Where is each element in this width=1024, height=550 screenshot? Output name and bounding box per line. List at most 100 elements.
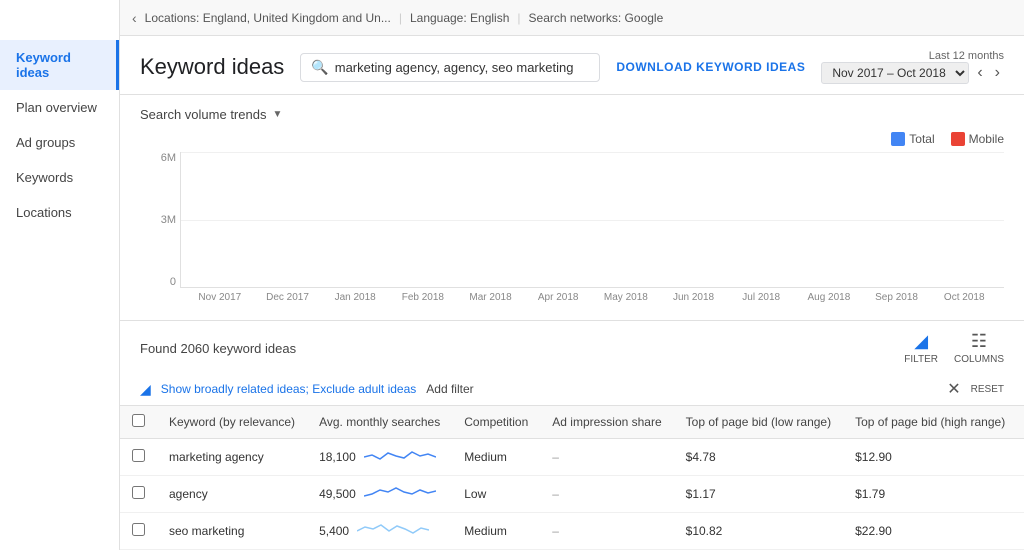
table-row: seo marketing5,400Medium–$10.82$22.90	[120, 513, 1024, 550]
search-box[interactable]: 🔍	[300, 53, 600, 82]
row-checkbox[interactable]	[132, 523, 145, 536]
y-axis: 6M 3M 0	[142, 152, 176, 288]
cell-keyword: marketing agency	[157, 439, 307, 476]
cell-top-low: $4.78	[674, 439, 843, 476]
sidebar-item-keyword-ideas[interactable]: Keyword ideas	[0, 40, 119, 90]
x-label: May 2018	[592, 292, 660, 303]
date-range-section: Last 12 months Nov 2017 – Oct 2018 ‹ ›	[821, 50, 1004, 84]
filter-icon: ◢	[914, 331, 928, 352]
cell-competition: Medium	[452, 439, 540, 476]
legend-total-label: Total	[909, 132, 934, 146]
x-label: Apr 2018	[524, 292, 592, 303]
row-checkbox[interactable]	[132, 486, 145, 499]
x-label: Aug 2018	[795, 292, 863, 303]
trend-sparkline	[364, 447, 436, 467]
cell-competition: Low	[452, 476, 540, 513]
col-top-low: Top of page bid (low range)	[674, 406, 843, 439]
columns-button[interactable]: ☷ COLUMNS	[954, 331, 1004, 365]
y-label-0: 0	[142, 276, 176, 288]
nav-next-arrow[interactable]: ›	[991, 62, 1004, 84]
gridline-top	[181, 152, 1004, 153]
download-button[interactable]: DOWNLOAD KEYWORD IDEAS	[616, 60, 805, 74]
legend-total: Total	[891, 132, 934, 146]
cell-avg-monthly: 18,100	[307, 439, 452, 475]
x-label: Sep 2018	[863, 292, 931, 303]
legend-mobile-dot	[951, 132, 965, 146]
x-label: Jan 2018	[321, 292, 389, 303]
row-checkbox[interactable]	[132, 449, 145, 462]
columns-icon: ☷	[971, 331, 987, 352]
chart-section: Search volume trends ▼ Total Mobile 6M 3…	[120, 95, 1024, 321]
filter-link[interactable]: Show broadly related ideas; Exclude adul…	[161, 382, 417, 396]
x-label: Nov 2017	[186, 292, 254, 303]
cell-avg-monthly: 49,500	[307, 476, 452, 512]
col-competition: Competition	[452, 406, 540, 439]
table-body: marketing agency18,100Medium–$4.78$12.90…	[120, 439, 1024, 550]
x-label: Dec 2017	[254, 292, 322, 303]
header-row: Keyword ideas 🔍 DOWNLOAD KEYWORD IDEAS L…	[120, 36, 1024, 95]
col-ad-impression: Ad impression share	[540, 406, 673, 439]
legend-mobile: Mobile	[951, 132, 1004, 146]
cell-top-high: $1.79	[843, 476, 1017, 513]
chart-title: Search volume trends	[140, 107, 266, 122]
topbar-networks: Search networks: Google	[529, 11, 664, 25]
cell-keyword: seo marketing	[157, 513, 307, 550]
sidebar-item-plan-overview[interactable]: Plan overview	[0, 90, 119, 125]
sidebar-item-locations[interactable]: Locations	[0, 195, 119, 230]
gridline-mid	[181, 220, 1004, 221]
reset-label: RESET	[971, 384, 1004, 395]
row-checkbox-cell	[120, 439, 157, 476]
x-label: Jun 2018	[660, 292, 728, 303]
main-content: Keyword ideas 🔍 DOWNLOAD KEYWORD IDEAS L…	[120, 36, 1024, 550]
col-keyword: Keyword (by relevance)	[157, 406, 307, 439]
cell-account-status	[1017, 513, 1024, 550]
chart-header: Search volume trends ▼	[140, 107, 1004, 122]
nav-prev-arrow[interactable]: ‹	[973, 62, 986, 84]
search-icon: 🔍	[311, 59, 328, 76]
cell-ad-impression: –	[540, 476, 673, 513]
sidebar-item-ad-groups[interactable]: Ad groups	[0, 125, 119, 160]
chart-container: 6M 3M 0 Nov 2017Dec 2017Jan 2018Feb 2018…	[180, 152, 1004, 312]
filter-add-button[interactable]: Add filter	[426, 382, 473, 396]
legend-mobile-label: Mobile	[969, 132, 1004, 146]
chart-dropdown-icon[interactable]: ▼	[272, 109, 282, 120]
date-range-label: Last 12 months	[929, 50, 1004, 62]
y-label-6m: 6M	[142, 152, 176, 164]
filter-close-button[interactable]: ✕	[947, 379, 960, 399]
table-header-row: Keyword (by relevance) Avg. monthly sear…	[120, 406, 1024, 439]
cell-account-status: In Account	[1017, 476, 1024, 513]
found-label: Found 2060 keyword ideas	[140, 341, 296, 356]
table-row: marketing agency18,100Medium–$4.78$12.90	[120, 439, 1024, 476]
table-row: agency49,500Low–$1.17$1.79In Account	[120, 476, 1024, 513]
trend-sparkline	[357, 521, 429, 541]
cell-top-low: $10.82	[674, 513, 843, 550]
select-all-checkbox[interactable]	[132, 414, 145, 427]
cell-top-high: $12.90	[843, 439, 1017, 476]
topbar-locations: Locations: England, United Kingdom and U…	[145, 11, 391, 25]
row-checkbox-cell	[120, 513, 157, 550]
x-label: Mar 2018	[457, 292, 525, 303]
chart-legend: Total Mobile	[140, 132, 1004, 146]
cell-top-low: $1.17	[674, 476, 843, 513]
topbar-back-chevron[interactable]: ‹	[132, 10, 137, 26]
keywords-table: Keyword (by relevance) Avg. monthly sear…	[120, 406, 1024, 550]
col-top-high: Top of page bid (high range)	[843, 406, 1017, 439]
date-range-select[interactable]: Nov 2017 – Oct 2018	[821, 62, 969, 84]
topbar: ‹ Locations: England, United Kingdom and…	[120, 0, 1024, 36]
topbar-language: Language: English	[410, 11, 509, 25]
search-input[interactable]	[335, 60, 590, 75]
header-select-all[interactable]	[120, 406, 157, 439]
filter-funnel-icon: ◢	[140, 381, 151, 398]
cell-keyword: agency	[157, 476, 307, 513]
found-row: Found 2060 keyword ideas ◢ FILTER ☷ COLU…	[120, 321, 1024, 373]
sidebar-item-keywords[interactable]: Keywords	[0, 160, 119, 195]
y-label-3m: 3M	[142, 214, 176, 226]
col-avg-monthly: Avg. monthly searches	[307, 406, 452, 439]
x-axis: Nov 2017Dec 2017Jan 2018Feb 2018Mar 2018…	[180, 292, 1004, 303]
x-label: Oct 2018	[930, 292, 998, 303]
reset-button[interactable]: RESET	[971, 384, 1004, 395]
x-label: Jul 2018	[727, 292, 795, 303]
cell-account-status	[1017, 439, 1024, 476]
sidebar: Keyword ideas Plan overview Ad groups Ke…	[0, 0, 120, 550]
filter-button[interactable]: ◢ FILTER	[904, 331, 938, 365]
